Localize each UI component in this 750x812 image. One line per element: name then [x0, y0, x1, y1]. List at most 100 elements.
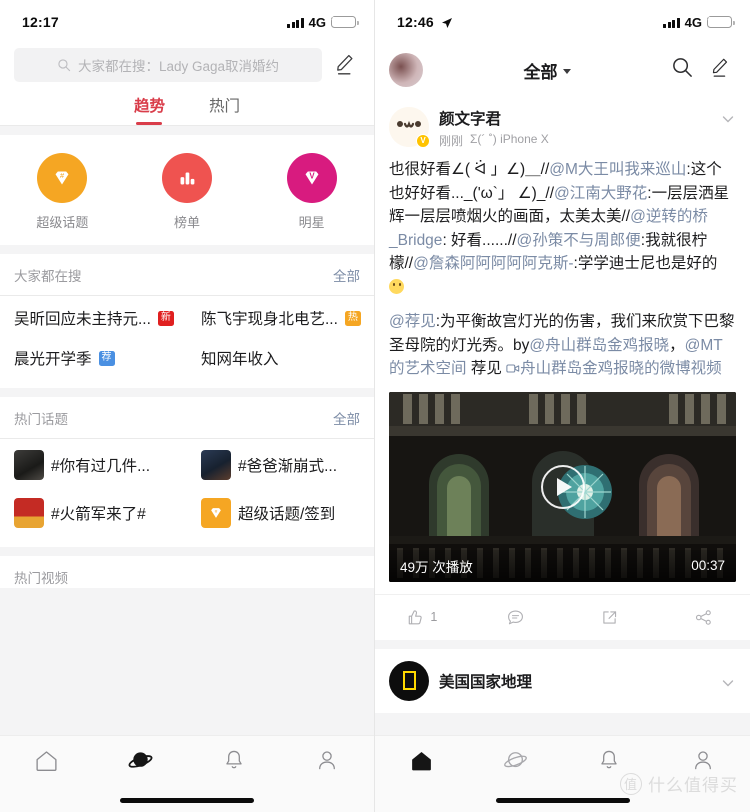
watermark-text: 什么值得买	[648, 776, 738, 795]
list-item[interactable]: #你有过几件...	[0, 441, 187, 489]
hot-topics-list: #你有过几件... #爸爸渐崩式... #火箭军来了# # 超级话题/签到	[0, 439, 374, 547]
compose-button[interactable]	[334, 52, 360, 78]
mention-link[interactable]: @孙策不与周郎便	[517, 232, 641, 249]
text-run: 荐见	[466, 360, 507, 378]
hot-search-text: 晨光开学季	[14, 351, 92, 368]
diamond-hash-icon: #	[37, 153, 88, 203]
text-run: ，	[669, 336, 685, 354]
post-video[interactable]: 49万 次播放 00:37	[389, 391, 736, 582]
list-item[interactable]: 陈飞宇现身北电艺... 热	[187, 298, 374, 338]
tab-home[interactable]	[0, 736, 94, 784]
tab-home[interactable]	[375, 736, 469, 784]
see-all-link[interactable]: 全部	[333, 265, 360, 285]
search-button[interactable]	[671, 56, 694, 84]
mention-link[interactable]: @舟山群岛金鸡报晓	[529, 337, 669, 354]
watermark-mark: 值	[620, 772, 642, 795]
location-arrow-icon	[441, 16, 453, 28]
post-author-info: 颜文字君 刚刚 Σ(´ ˚) iPhone X	[439, 107, 710, 149]
repost-button[interactable]	[563, 608, 657, 627]
hot-search-text: 知网年收入	[201, 351, 279, 368]
topic-thumbnail	[14, 498, 44, 528]
status-indicators: 4G ⚡	[287, 13, 359, 30]
share-button[interactable]	[656, 608, 750, 627]
video-play-count: 49万 次播放	[400, 559, 473, 575]
feed-gap	[375, 639, 750, 649]
home-indicator	[120, 798, 254, 803]
status-indicators: 4G ⚡	[663, 13, 735, 30]
list-item[interactable]: #爸爸渐崩式...	[187, 441, 374, 489]
feed-filter-selector[interactable]: 全部	[524, 58, 571, 83]
list-item[interactable]: #火箭军来了#	[0, 489, 187, 537]
diamond-orange-icon: #	[201, 498, 231, 528]
battery-charging-icon: ⚡	[330, 13, 359, 28]
status-time: 12:17	[22, 14, 59, 30]
avatar[interactable]: V	[389, 107, 430, 148]
network-type-label: 4G	[684, 14, 702, 30]
verified-badge: V	[416, 134, 430, 148]
post-card-next[interactable]: 美国国家地理	[375, 648, 750, 713]
category-label: 明星	[298, 215, 325, 230]
list-item[interactable]: # 超级话题/签到	[187, 489, 374, 537]
category-star[interactable]: V 明星	[249, 153, 374, 231]
list-item[interactable]: 知网年收入	[187, 338, 374, 378]
status-badge: 热	[344, 310, 361, 326]
compose-button[interactable]	[710, 56, 734, 85]
mention-link[interactable]: @詹森阿阿阿阿阿克斯-	[413, 255, 573, 272]
tab-profile[interactable]	[281, 736, 375, 784]
status-badge: 新	[157, 310, 174, 326]
category-ranking[interactable]: 榜单	[125, 153, 250, 231]
section-gap	[0, 126, 374, 135]
video-info-bar: 49万 次播放 00:37	[389, 549, 736, 582]
home-indicator	[495, 798, 630, 803]
search-input[interactable]: 大家都在搜：Lady Gaga取消婚约	[14, 48, 322, 82]
topic-text: #你有过几件...	[51, 458, 151, 475]
tab-discover[interactable]	[469, 736, 563, 784]
category-supertopic[interactable]: # 超级话题	[0, 153, 125, 231]
category-shortcuts: # 超级话题 榜单 V 明星	[0, 135, 374, 245]
text-run: : 好看......//	[442, 231, 517, 249]
tab-notifications[interactable]	[187, 736, 281, 784]
like-button[interactable]: 1	[375, 608, 469, 627]
top-bar-actions	[671, 56, 734, 85]
topic-text: 超级话题/签到	[238, 506, 336, 523]
mention-link[interactable]: @荐见	[389, 313, 436, 330]
hot-topics-header: 热门话题 全部	[0, 397, 374, 438]
list-item[interactable]: 晨光开学季 荐	[0, 338, 187, 378]
hot-search-header: 大家都在搜 全部	[0, 254, 374, 295]
bottom-tab-bar	[0, 735, 374, 812]
play-icon[interactable]	[540, 464, 585, 509]
avatar[interactable]	[389, 53, 423, 87]
chevron-down-icon	[562, 69, 571, 74]
like-count: 1	[430, 610, 438, 625]
post-body: 也很好看∠( ᐛ 」∠)＿//@M大王叫我来巡山:这个也好好看..._('ω`」…	[375, 157, 750, 390]
mention-link[interactable]: @江南大野花	[554, 185, 647, 202]
chevron-down-icon[interactable]	[720, 675, 736, 691]
category-label: 超级话题	[36, 215, 89, 230]
post-meta: 刚刚 Σ(´ ˚) iPhone X	[439, 132, 710, 149]
post-author-name[interactable]: 美国国家地理	[439, 670, 710, 692]
dual-phone-screenshot: 12:17 4G ⚡ 大家都在搜：Lady Gaga取消婚约 趋势 热门 # 超…	[0, 0, 750, 812]
category-label: 榜单	[174, 215, 201, 230]
video-link[interactable]: 舟山群岛金鸡报晓的微博视频	[506, 360, 722, 377]
feed-list[interactable]: V 颜文字君 刚刚 Σ(´ ˚) iPhone X 也很好看∠( ᐛ 」∠)＿/…	[375, 96, 750, 735]
tab-discover[interactable]	[94, 736, 188, 784]
app-top-bar: 全部	[375, 44, 750, 96]
diamond-v-icon: V	[286, 153, 337, 203]
list-item[interactable]: 吴昕回应未主持元... 新	[0, 298, 187, 338]
mention-link[interactable]: @M大王叫我来巡山	[549, 161, 686, 178]
tab-trend[interactable]: 趋势	[134, 94, 165, 125]
comment-button[interactable]	[469, 608, 563, 627]
chevron-down-icon[interactable]	[720, 111, 736, 127]
status-time: 12:46	[397, 14, 434, 30]
content-placeholder	[0, 588, 374, 735]
status-bar: 12:17 4G ⚡	[0, 0, 374, 44]
section-title: 热门话题	[14, 412, 68, 427]
post-author-name[interactable]: 颜文字君	[439, 107, 710, 129]
search-placeholder-text: 大家都在搜：Lady Gaga取消婚约	[77, 59, 280, 74]
see-all-link[interactable]: 全部	[333, 408, 360, 428]
tab-hot[interactable]: 热门	[209, 94, 240, 125]
left-phone-screen: 12:17 4G ⚡ 大家都在搜：Lady Gaga取消婚约 趋势 热门 # 超…	[0, 0, 375, 812]
bar-chart-icon	[162, 153, 212, 203]
svg-text:V: V	[309, 171, 315, 180]
watermark: 值 什么值得买	[620, 771, 738, 796]
